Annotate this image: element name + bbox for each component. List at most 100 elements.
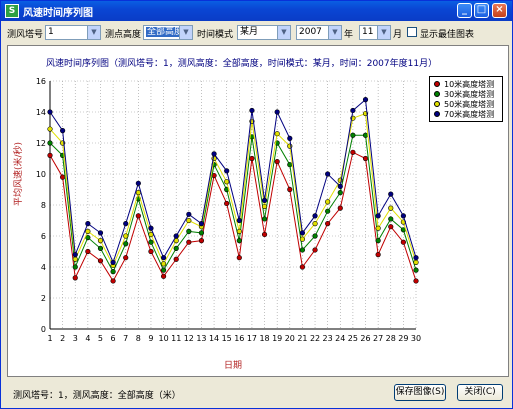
chevron-down-icon: ▼ — [277, 26, 290, 39]
toolbar: 测风塔号 1 ▼ 测点高度 全部高度 ▼ 时间模式 某月 ▼ 2007 ▼ 年 … — [1, 23, 512, 43]
x-axis-label: 日期 — [224, 361, 243, 371]
x-tick-label: 4 — [85, 334, 90, 343]
data-point — [249, 155, 255, 162]
data-point — [135, 190, 141, 196]
mode-label: 时间模式 — [197, 30, 234, 40]
legend-label: 70米高度塔测 — [444, 110, 495, 119]
data-point — [160, 267, 167, 273]
y-tick-label: 16 — [36, 77, 46, 86]
data-point — [413, 259, 419, 265]
data-point — [388, 216, 394, 222]
month-select[interactable]: 11 ▼ — [359, 25, 391, 40]
chevron-down-icon: ▼ — [377, 26, 390, 39]
tower-select[interactable]: 1 ▼ — [45, 25, 101, 40]
data-point — [85, 228, 91, 234]
data-point — [325, 221, 331, 227]
mode-select[interactable]: 某月 ▼ — [237, 25, 291, 40]
data-point — [337, 183, 343, 189]
series-line — [49, 134, 417, 273]
data-point — [148, 248, 154, 255]
minimize-button[interactable]: _ — [457, 3, 472, 18]
data-point — [97, 245, 104, 251]
height-select[interactable]: 全部高度 ▼ — [143, 25, 193, 40]
data-point — [375, 225, 381, 231]
data-point — [123, 233, 129, 239]
x-tick-label: 26 — [360, 334, 370, 343]
x-tick-label: 3 — [73, 334, 78, 343]
x-tick-label: 6 — [111, 334, 116, 343]
data-point — [47, 152, 53, 158]
data-point — [97, 230, 104, 236]
data-point — [312, 213, 318, 219]
x-tick-label: 7 — [123, 334, 128, 343]
legend-marker — [434, 111, 440, 117]
data-point — [186, 228, 192, 234]
maximize-button[interactable]: □ — [474, 3, 489, 18]
data-point — [413, 255, 419, 261]
y-axis-label: 平均风速(米/秒) — [14, 141, 24, 206]
series-line — [49, 98, 417, 264]
best-chart-label: 显示最佳图表 — [420, 30, 475, 40]
x-tick-label: 9 — [148, 334, 153, 343]
x-tick-label: 27 — [373, 334, 383, 343]
y-tick-label: 0 — [41, 325, 46, 334]
y-tick-label: 10 — [36, 170, 46, 179]
title-bar: S 风速时间序列图 _ □ × — [1, 1, 512, 21]
status-text: 测风塔号：1，测风高度：全部高度（米） — [13, 391, 181, 401]
data-point — [110, 259, 116, 265]
chevron-down-icon: ▼ — [179, 26, 192, 39]
y-tick-label: 8 — [41, 201, 46, 210]
data-point — [287, 135, 293, 141]
data-point — [261, 203, 268, 210]
chart-legend: 10米高度塔测 30米高度塔测 50米高度塔测 70米高度塔测 — [429, 76, 503, 122]
data-point — [400, 239, 406, 245]
data-point — [400, 213, 406, 219]
x-tick-label: 16 — [234, 334, 244, 343]
data-point — [47, 126, 53, 132]
data-point — [287, 162, 293, 168]
data-point — [198, 238, 205, 244]
data-point — [236, 228, 242, 234]
data-point — [299, 236, 306, 242]
data-point — [413, 278, 419, 284]
x-tick-label: 8 — [136, 334, 141, 343]
chevron-down-icon: ▼ — [87, 26, 100, 39]
data-point — [350, 107, 356, 114]
data-point — [224, 200, 230, 207]
data-point — [388, 191, 394, 197]
data-point — [299, 247, 306, 253]
data-point — [72, 252, 78, 258]
data-point — [337, 190, 343, 196]
save-image-button[interactable]: 保存图像(S) — [394, 384, 446, 401]
close-window-button[interactable]: × — [492, 3, 507, 18]
data-point — [72, 256, 78, 262]
data-point — [362, 132, 369, 138]
data-point — [337, 205, 343, 211]
x-tick-label: 14 — [209, 334, 219, 343]
data-point — [287, 186, 293, 193]
data-point — [135, 180, 141, 186]
x-tick-label: 23 — [323, 334, 333, 343]
x-tick-label: 22 — [310, 334, 320, 343]
close-button[interactable]: 关闭(C) — [457, 384, 503, 401]
chart-panel: 0 2 4 6 8 10 12 14 16 1 2 3 4 5 6 7 8 9 10 11 12 13 14 15 16 17 18… — [7, 45, 509, 377]
data-point — [173, 233, 179, 239]
data-point — [97, 258, 104, 264]
data-point — [299, 264, 306, 270]
data-point — [350, 149, 356, 155]
x-tick-label: 2 — [60, 334, 65, 343]
y-tick-label: 4 — [41, 263, 46, 272]
data-point — [375, 252, 381, 258]
data-point — [224, 179, 230, 185]
data-point — [274, 109, 280, 115]
x-tick-label: 30 — [411, 334, 421, 343]
tower-select-value: 1 — [48, 27, 54, 37]
data-point — [72, 275, 78, 281]
data-point — [173, 245, 179, 251]
chevron-down-icon: ▼ — [328, 26, 341, 39]
data-point — [375, 213, 381, 219]
data-point — [123, 221, 129, 227]
year-select[interactable]: 2007 ▼ — [296, 25, 342, 40]
data-point — [350, 132, 356, 138]
best-chart-checkbox[interactable] — [407, 27, 417, 37]
